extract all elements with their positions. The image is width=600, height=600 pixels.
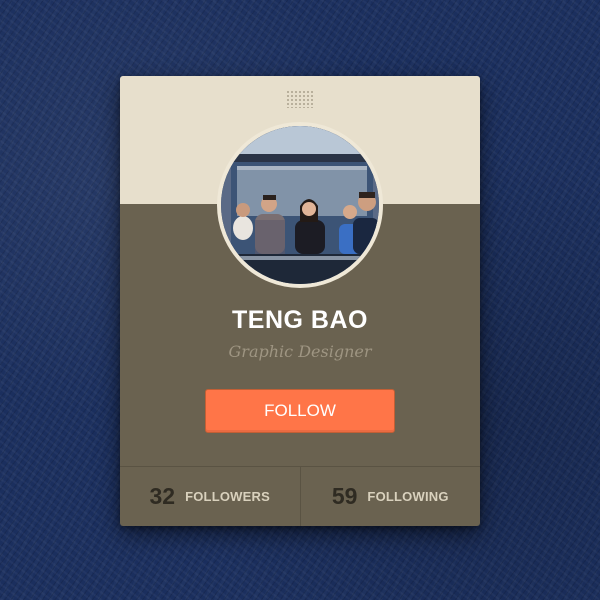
followers-stat[interactable]: 32 FOLLOWERS	[120, 467, 300, 526]
follow-button[interactable]: FOLLOW	[205, 389, 395, 433]
avatar-photo	[221, 126, 379, 284]
avatar[interactable]	[217, 122, 383, 288]
following-stat[interactable]: 59 FOLLOWING	[299, 467, 481, 526]
following-count: 59	[331, 483, 358, 509]
followers-label: FOLLOWERS	[185, 489, 270, 504]
profile-name: TENG BAO	[232, 306, 368, 334]
stats-bar: 32 FOLLOWERS 59 FOLLOWING	[120, 466, 480, 526]
following-label: FOLLOWING	[367, 489, 449, 504]
profile-role: Graphic Designer	[228, 342, 372, 361]
followers-count: 32	[149, 483, 176, 509]
profile-card: TENG BAO Graphic Designer FOLLOW 32 FOLL…	[120, 76, 480, 526]
drag-handle-icon[interactable]	[286, 90, 314, 108]
